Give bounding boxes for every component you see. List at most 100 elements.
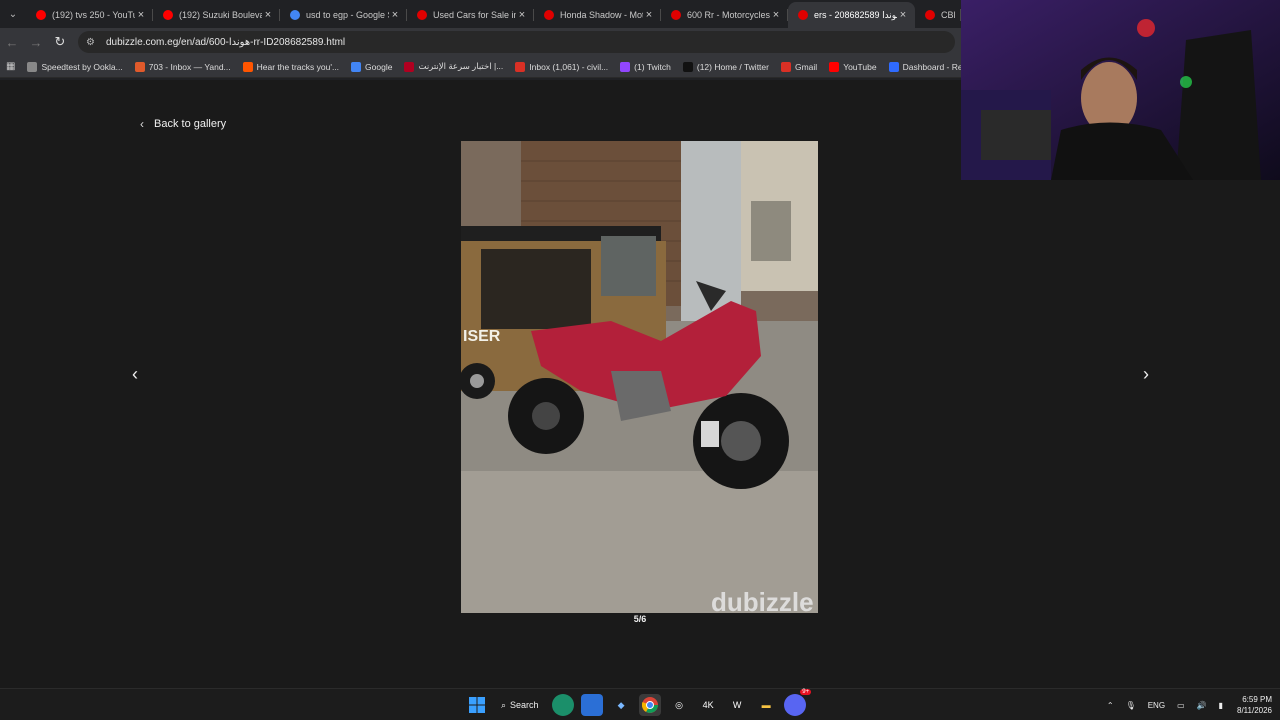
chrome-icon[interactable]	[639, 694, 662, 716]
tab-strip: ⌄ (192) tvs 250 - YouTube×(192) Suzuki B…	[0, 0, 961, 28]
site-info-icon[interactable]: ⚙	[86, 37, 100, 48]
bookmark-favicon-icon	[780, 61, 791, 72]
tab-favicon-icon	[163, 10, 173, 20]
bookmark-label: Speedtest by Ookla...	[41, 61, 123, 72]
bookmark-favicon-icon	[515, 61, 526, 72]
network-icon[interactable]: ▭	[1177, 701, 1185, 710]
edge-browser-icon[interactable]	[552, 694, 575, 716]
bookmark-item[interactable]: Google	[351, 61, 393, 72]
clock-date: 8/11/2026	[1237, 706, 1272, 715]
bookmark-favicon-icon	[829, 61, 840, 72]
tab-favicon-icon	[290, 10, 300, 20]
bookmark-favicon-icon	[242, 61, 253, 72]
tab-close-icon[interactable]: ×	[516, 9, 528, 21]
browser-tab[interactable]: (192) tvs 250 - YouTube×	[26, 2, 153, 28]
bookmark-label: اختبار سرعة الإنترنت |...	[418, 61, 504, 71]
tab-close-icon[interactable]: ×	[770, 9, 782, 21]
tab-title: CBR	[941, 10, 955, 20]
browser-tab[interactable]: 600 Rr - Motorcycles f ×	[661, 2, 788, 28]
taskbar-search-button[interactable]: ⌕ Search	[501, 700, 539, 711]
webcam-overlay	[961, 0, 1280, 180]
system-tray: ⌃ 🎙 ENG ▭ 🔊 ▮ 6:59 PM 8/11/2026	[1095, 693, 1272, 717]
tab-title: ers - 208682589 هوندا	[814, 9, 897, 20]
address-url: dubizzle.com.eg/en/ad/600-هوندا-rr-ID208…	[106, 36, 346, 48]
tab-close-icon[interactable]: ×	[897, 9, 909, 21]
bookmarks-bar: ▦ Speedtest by Ookla... 703 - Inbox — Yan…	[0, 56, 984, 78]
bookmark-favicon-icon	[682, 61, 693, 72]
bookmark-favicon-icon	[888, 61, 899, 72]
microphone-icon[interactable]: 🎙	[1126, 701, 1136, 710]
browser-tab[interactable]: Honda Shadow - Moto ×	[534, 2, 661, 28]
windows-start-icon[interactable]	[466, 694, 488, 716]
dubizzle-watermark: dubizzle	[711, 587, 814, 613]
address-bar[interactable]: ⚙ dubizzle.com.eg/en/ad/600-هوندا-rr-ID2…	[78, 31, 955, 53]
browser-tab[interactable]: ers - 208682589 هوندا×	[788, 2, 915, 28]
bookmark-label: Hear the tracks you'...	[256, 61, 340, 72]
tab-favicon-icon	[544, 10, 554, 20]
back-arrow-icon[interactable]: ←	[0, 35, 24, 50]
tab-title: usd to egp - Google Se	[306, 10, 389, 20]
reload-icon[interactable]: ↻	[48, 34, 72, 50]
streamer-camera-illustration	[961, 0, 1280, 180]
next-photo-button[interactable]: ›	[1136, 364, 1156, 385]
bookmark-item[interactable]: Gmail	[780, 61, 818, 72]
tab-favicon-icon	[36, 10, 46, 20]
discord-notification-badge: 9+	[800, 689, 812, 695]
tab-favicon-icon	[417, 10, 427, 20]
bookmark-item[interactable]: (1) Twitch	[620, 61, 671, 72]
browser-tab[interactable]: Used Cars for Sale in E×	[407, 2, 534, 28]
pinned-app-icon[interactable]: ◆	[610, 694, 632, 716]
bookmark-item[interactable]: Hear the tracks you'...	[242, 61, 340, 72]
browser-tab[interactable]: CBR	[915, 2, 961, 28]
browser-tab[interactable]: (192) Suzuki Boulevard×	[153, 2, 280, 28]
tab-close-icon[interactable]: ×	[262, 9, 274, 21]
tab-title: (192) tvs 250 - YouTube	[52, 10, 135, 20]
bookmark-item[interactable]: Speedtest by Ookla...	[27, 61, 123, 72]
apps-grid-icon[interactable]: ▦	[6, 61, 15, 72]
previous-photo-button[interactable]: ‹	[125, 364, 145, 385]
back-to-gallery-link[interactable]: ‹ Back to gallery	[140, 117, 226, 131]
bookmark-item[interactable]: (12) Home / Twitter	[682, 61, 769, 72]
battery-icon[interactable]: ▮	[1219, 701, 1223, 710]
bookmark-item[interactable]: Inbox (1,061) - civil...	[515, 61, 609, 72]
tab-title: (192) Suzuki Boulevard	[179, 10, 262, 20]
tab-search-icon[interactable]: ⌄	[0, 0, 26, 28]
tab-close-icon[interactable]: ×	[135, 9, 147, 21]
bookmark-label: (1) Twitch	[634, 61, 671, 72]
back-to-gallery-label: Back to gallery	[154, 118, 227, 130]
clock-time: 6:59 PM	[1242, 695, 1272, 704]
word-icon[interactable]: W	[726, 694, 748, 716]
svg-text:ISER: ISER	[463, 328, 501, 345]
chevron-up-icon[interactable]: ⌃	[1107, 701, 1114, 710]
4k-app-icon[interactable]: 4K	[697, 694, 719, 716]
bookmark-favicon-icon	[134, 61, 145, 72]
tab-title: Used Cars for Sale in E	[433, 10, 516, 20]
discord-icon[interactable]: 9+	[784, 689, 812, 716]
search-icon: ⌕	[501, 699, 507, 710]
browser-tab[interactable]: usd to egp - Google Se×	[280, 2, 407, 28]
tab-close-icon[interactable]: ×	[643, 9, 655, 21]
bookmark-item[interactable]: اختبار سرعة الإنترنت |...	[404, 61, 503, 72]
bookmark-label: Gmail	[794, 61, 818, 72]
tab-close-icon[interactable]: ×	[389, 9, 401, 21]
file-explorer-icon[interactable]: ▬	[755, 694, 777, 716]
clock[interactable]: 6:59 PM 8/11/2026	[1237, 694, 1272, 716]
volume-icon[interactable]: 🔊	[1197, 701, 1207, 710]
bookmark-favicon-icon	[620, 61, 631, 72]
steam-icon[interactable]: ◎	[668, 694, 690, 716]
language-indicator[interactable]: ENG	[1148, 701, 1165, 710]
bookmark-item[interactable]: 703 - Inbox — Yand...	[134, 61, 231, 72]
outlook-icon[interactable]	[581, 694, 604, 716]
tab-favicon-icon	[925, 10, 935, 20]
chevron-left-icon: ‹	[132, 364, 138, 384]
bookmark-label: (12) Home / Twitter	[696, 61, 769, 72]
bookmark-label: YouTube	[843, 61, 877, 72]
bookmark-item[interactable]: YouTube	[829, 61, 877, 72]
bookmark-label: Google	[365, 61, 393, 72]
bookmark-label: 703 - Inbox — Yand...	[148, 61, 231, 72]
bookmark-label: Inbox (1,061) - civil...	[529, 61, 609, 72]
chevron-right-icon: ›	[1143, 364, 1149, 384]
bookmark-favicon-icon	[351, 61, 362, 72]
chevron-left-icon: ‹	[140, 117, 144, 131]
forward-arrow-icon[interactable]: →	[24, 35, 48, 50]
